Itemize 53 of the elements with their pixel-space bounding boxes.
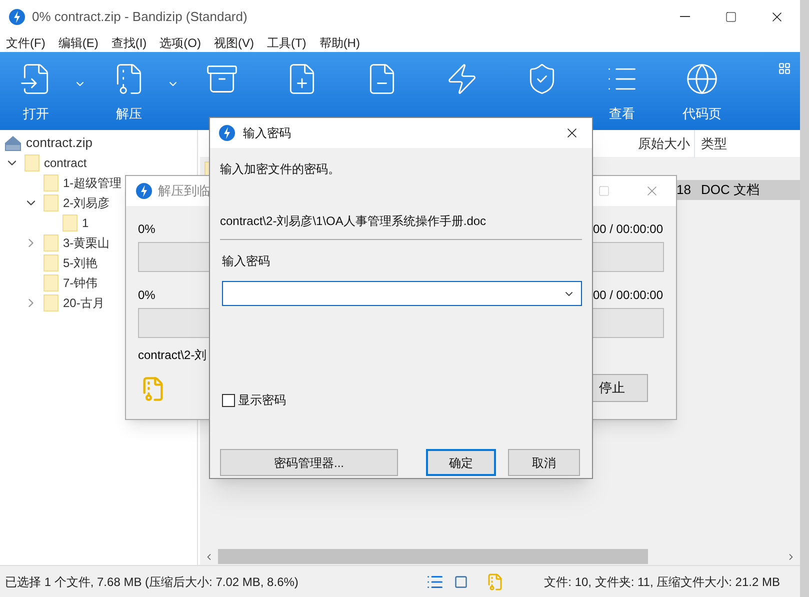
password-field[interactable] [222, 281, 582, 306]
archive-status: 文件: 10, 文件夹: 11, 压缩文件大小: 21.2 MB [544, 574, 780, 590]
path-text: contract\2-刘 [138, 347, 208, 364]
dialog-button[interactable]: 确定 [426, 449, 496, 476]
tree-item[interactable]: 20-古月 [63, 294, 104, 312]
menu-item[interactable]: 视图(V) [214, 34, 254, 52]
app-logo-icon [219, 125, 235, 141]
thumbnail-view-icon[interactable] [454, 574, 468, 588]
app-logo-icon [9, 8, 25, 24]
tree-item[interactable]: 7-钟伟 [63, 274, 98, 292]
checkbox-label[interactable]: 显示密码 [238, 391, 286, 409]
toolbar-button[interactable]: 打开 [14, 62, 58, 124]
time-text: 00 / 00:00:00 [592, 287, 663, 302]
percent-text: 0% [138, 221, 156, 236]
table-cell-text: DOC 文档 [700, 181, 760, 200]
file-path: contract\2-刘易彦\1\OA人事管理系统操作手册.doc [220, 213, 488, 230]
tree-item[interactable]: 1-超级管理 [63, 174, 122, 192]
dialog-title: 解压到临 [158, 182, 210, 200]
menu-item[interactable]: 文件(F) [6, 34, 46, 52]
dialog-button[interactable]: 密码管理器... [220, 449, 398, 476]
column-header[interactable]: 类型 [695, 130, 800, 158]
tree-item[interactable]: 5-刘艳 [63, 254, 98, 272]
tree-item[interactable]: 3-黄栗山 [63, 234, 110, 252]
window-title: 0% contract.zip - Bandizip (Standard) [32, 8, 248, 26]
minimize-icon [680, 16, 690, 17]
toolbar-button[interactable]: 代码页 [680, 62, 724, 124]
column-header[interactable]: 原始大小 [595, 130, 695, 158]
tree-item[interactable]: contract [44, 154, 87, 172]
menu-item[interactable]: 帮助(H) [319, 34, 360, 52]
maximize-icon [725, 10, 737, 22]
menu-item[interactable]: 查找(I) [111, 34, 147, 52]
tree-item[interactable]: 1 [82, 214, 89, 232]
menu-item[interactable]: 工具(T) [266, 34, 306, 52]
stop-button[interactable]: 停止 [592, 374, 648, 402]
field-label: 输入密码 [222, 253, 271, 270]
menu-item[interactable]: 编辑(E) [58, 34, 98, 52]
toolbar-button[interactable]: 查看 [600, 62, 644, 124]
archive-name[interactable]: contract.zip [26, 133, 92, 153]
dialog-title: 输入密码 [243, 125, 291, 142]
tree-item[interactable]: 2-刘易彦 [63, 194, 110, 212]
toolbar-button[interactable]: 解压 [107, 62, 151, 124]
app-logo-icon [136, 183, 152, 199]
show-password-checkbox[interactable] [222, 394, 235, 406]
dialog-button[interactable]: 取消 [508, 449, 580, 476]
menu-item[interactable]: 选项(O) [160, 34, 201, 52]
selection-status: 已选择 1 个文件, 7.68 MB (压缩后大小: 7.02 MB, 8.6%) [5, 574, 298, 590]
prompt-text: 输入加密文件的密码。 [220, 161, 341, 178]
zip-file-icon [4, 134, 22, 152]
percent-text: 0% [138, 287, 156, 302]
time-text: 00 / 00:00:00 [592, 221, 663, 236]
codepage-icon [685, 62, 719, 96]
table-cell-text: 18 [676, 181, 691, 200]
layout-icon[interactable] [778, 62, 791, 75]
